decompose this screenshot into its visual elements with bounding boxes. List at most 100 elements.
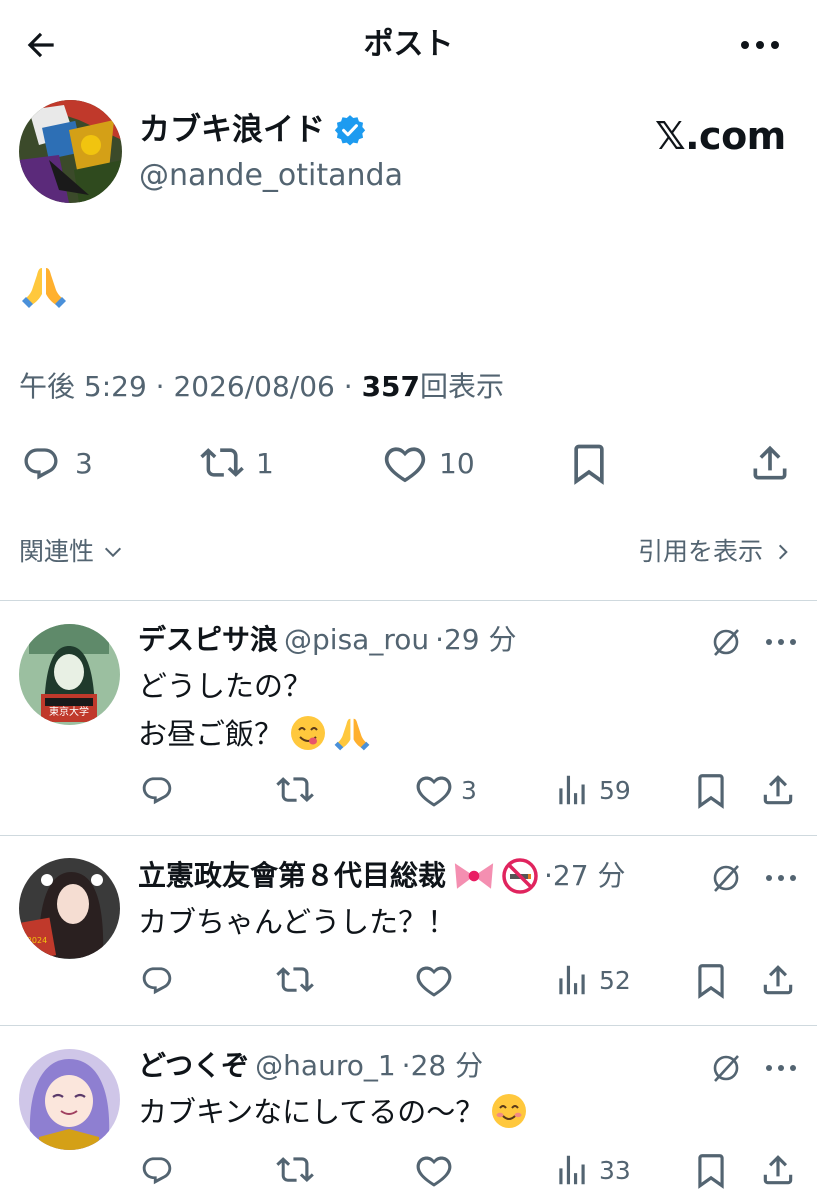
reply-like-button[interactable]: 3	[415, 771, 477, 809]
sort-dropdown[interactable]: 関連性	[19, 532, 124, 572]
post-date: 2026/08/06	[173, 370, 335, 403]
view-count: 357	[361, 370, 421, 403]
reply-reply-button[interactable]	[138, 771, 176, 809]
reply-time[interactable]: ·28 分	[402, 1046, 483, 1086]
reply-text-line: カブちゃんどうした？！	[138, 905, 457, 939]
reply-like-button[interactable]	[415, 1151, 453, 1189]
sort-label: 関連性	[19, 537, 95, 566]
author-avatar[interactable]	[19, 100, 122, 203]
reply-bookmark-button[interactable]	[692, 961, 730, 999]
repost-icon	[200, 448, 244, 477]
reply-views-button[interactable]: 52	[553, 961, 631, 999]
reply-author-handle[interactable]: @hauro_1	[255, 1046, 396, 1086]
reply-icon	[142, 1157, 172, 1185]
reply-bookmark-button[interactable]	[692, 1151, 730, 1189]
bookmark-icon	[698, 964, 724, 999]
svg-text:東京大学: 東京大学	[49, 705, 89, 718]
bookmark-icon	[698, 774, 724, 809]
share-button[interactable]	[748, 441, 792, 485]
reply-views-button[interactable]: 59	[553, 771, 631, 809]
reply-view-count: 33	[599, 1155, 631, 1185]
reply-icon	[142, 967, 172, 995]
analytics-icon	[559, 1155, 585, 1185]
reply-text-line: カブキンなにしてるの〜？	[138, 1090, 528, 1134]
smiling-face-emoji	[490, 1092, 528, 1130]
reply-like-button[interactable]	[415, 961, 453, 999]
post-time: 午後 5:29	[19, 370, 147, 403]
folded-hands-emoji	[20, 262, 68, 310]
reply-text: お昼ご飯？	[138, 717, 284, 751]
reply-author-handle[interactable]: @pisa_rou	[284, 620, 429, 660]
repost-icon	[276, 967, 314, 993]
divider	[0, 835, 817, 836]
reply-share-button[interactable]	[759, 961, 797, 999]
bookmark-button[interactable]	[567, 441, 611, 485]
reply-view-count: 59	[599, 775, 631, 805]
reply-views-button[interactable]: 33	[553, 1151, 631, 1189]
like-button[interactable]: 10	[383, 441, 475, 485]
reply-time[interactable]: ·27 分	[544, 856, 625, 896]
reply-more-icon[interactable]	[764, 632, 798, 652]
divider	[0, 1025, 817, 1026]
reply-share-button[interactable]	[759, 1151, 797, 1189]
divider	[0, 600, 817, 601]
view-quotes-link[interactable]: 引用を表示	[638, 532, 793, 572]
reply-text-line-2: お昼ご飯？	[138, 712, 371, 756]
heart-icon	[416, 776, 452, 807]
heart-icon	[384, 447, 426, 483]
reply-share-button[interactable]	[759, 771, 797, 809]
author-name[interactable]: カブキ浪イド	[139, 110, 367, 150]
x-com-watermark: 𝕏.com	[655, 114, 786, 158]
meta-separator: ·	[334, 370, 362, 403]
reply-count: 3	[75, 446, 93, 480]
bookmark-icon	[698, 1154, 724, 1189]
reply-time[interactable]: ·29 分	[435, 620, 516, 660]
reply-avatar[interactable]	[19, 1049, 120, 1150]
heart-icon	[416, 966, 452, 997]
reply-author-name[interactable]: 立憲政友會第８代目総裁	[138, 856, 446, 896]
bookmark-icon	[574, 444, 604, 485]
svg-text:2024: 2024	[27, 936, 47, 945]
reply-repost-button[interactable]	[276, 961, 314, 999]
reply-text-line: どうしたの？	[138, 669, 313, 703]
repost-button[interactable]: 1	[200, 441, 274, 485]
reply-icon	[24, 448, 58, 480]
reply-author-name[interactable]: どつくぞ	[138, 1046, 249, 1086]
verified-badge-icon	[333, 113, 367, 147]
repost-icon	[276, 777, 314, 803]
share-icon	[763, 965, 793, 995]
author-handle[interactable]: @nande_otitanda	[139, 156, 403, 196]
analytics-icon	[559, 775, 585, 805]
reply-header: 立憲政友會第８代目総裁 ·27 分	[138, 856, 625, 896]
ribbon-emoji	[452, 859, 496, 893]
author-name-text: カブキ浪イド	[139, 112, 325, 148]
reply-repost-button[interactable]	[276, 1151, 314, 1189]
reply-header: デスピサ浪 @pisa_rou ·29 分	[138, 620, 517, 660]
no-smoking-emoji	[502, 858, 538, 894]
reply-bookmark-button[interactable]	[692, 771, 730, 809]
reply-view-count: 52	[599, 965, 631, 995]
reply-more-icon[interactable]	[764, 1058, 798, 1078]
folded-hands-emoji	[333, 714, 371, 752]
reply-reply-button[interactable]	[138, 1151, 176, 1189]
reply-icon	[142, 777, 172, 805]
reply-header: どつくぞ @hauro_1·28 分	[138, 1046, 483, 1086]
reply-author-name[interactable]: デスピサ浪	[138, 620, 278, 660]
chevron-down-icon	[104, 547, 122, 558]
reply-repost-button[interactable]	[276, 771, 314, 809]
grok-icon[interactable]	[708, 1050, 744, 1086]
grok-icon[interactable]	[708, 624, 744, 660]
reply-more-icon[interactable]	[764, 868, 798, 888]
reply-text: カブキンなにしてるの〜？	[138, 1095, 485, 1129]
more-options-icon[interactable]	[738, 32, 782, 58]
yum-face-emoji	[289, 714, 327, 752]
share-icon	[763, 1155, 793, 1185]
grok-icon[interactable]	[708, 860, 744, 896]
reply-button[interactable]: 3	[19, 441, 93, 485]
heart-icon	[416, 1156, 452, 1187]
reply-reply-button[interactable]	[138, 961, 176, 999]
reply-avatar[interactable]: 2024	[19, 858, 120, 959]
reply-avatar[interactable]: 東京大学	[19, 624, 120, 725]
meta-separator: ·	[146, 370, 174, 403]
post-meta: 午後 5:29 · 2026/08/06 · 357回表示	[19, 366, 504, 408]
